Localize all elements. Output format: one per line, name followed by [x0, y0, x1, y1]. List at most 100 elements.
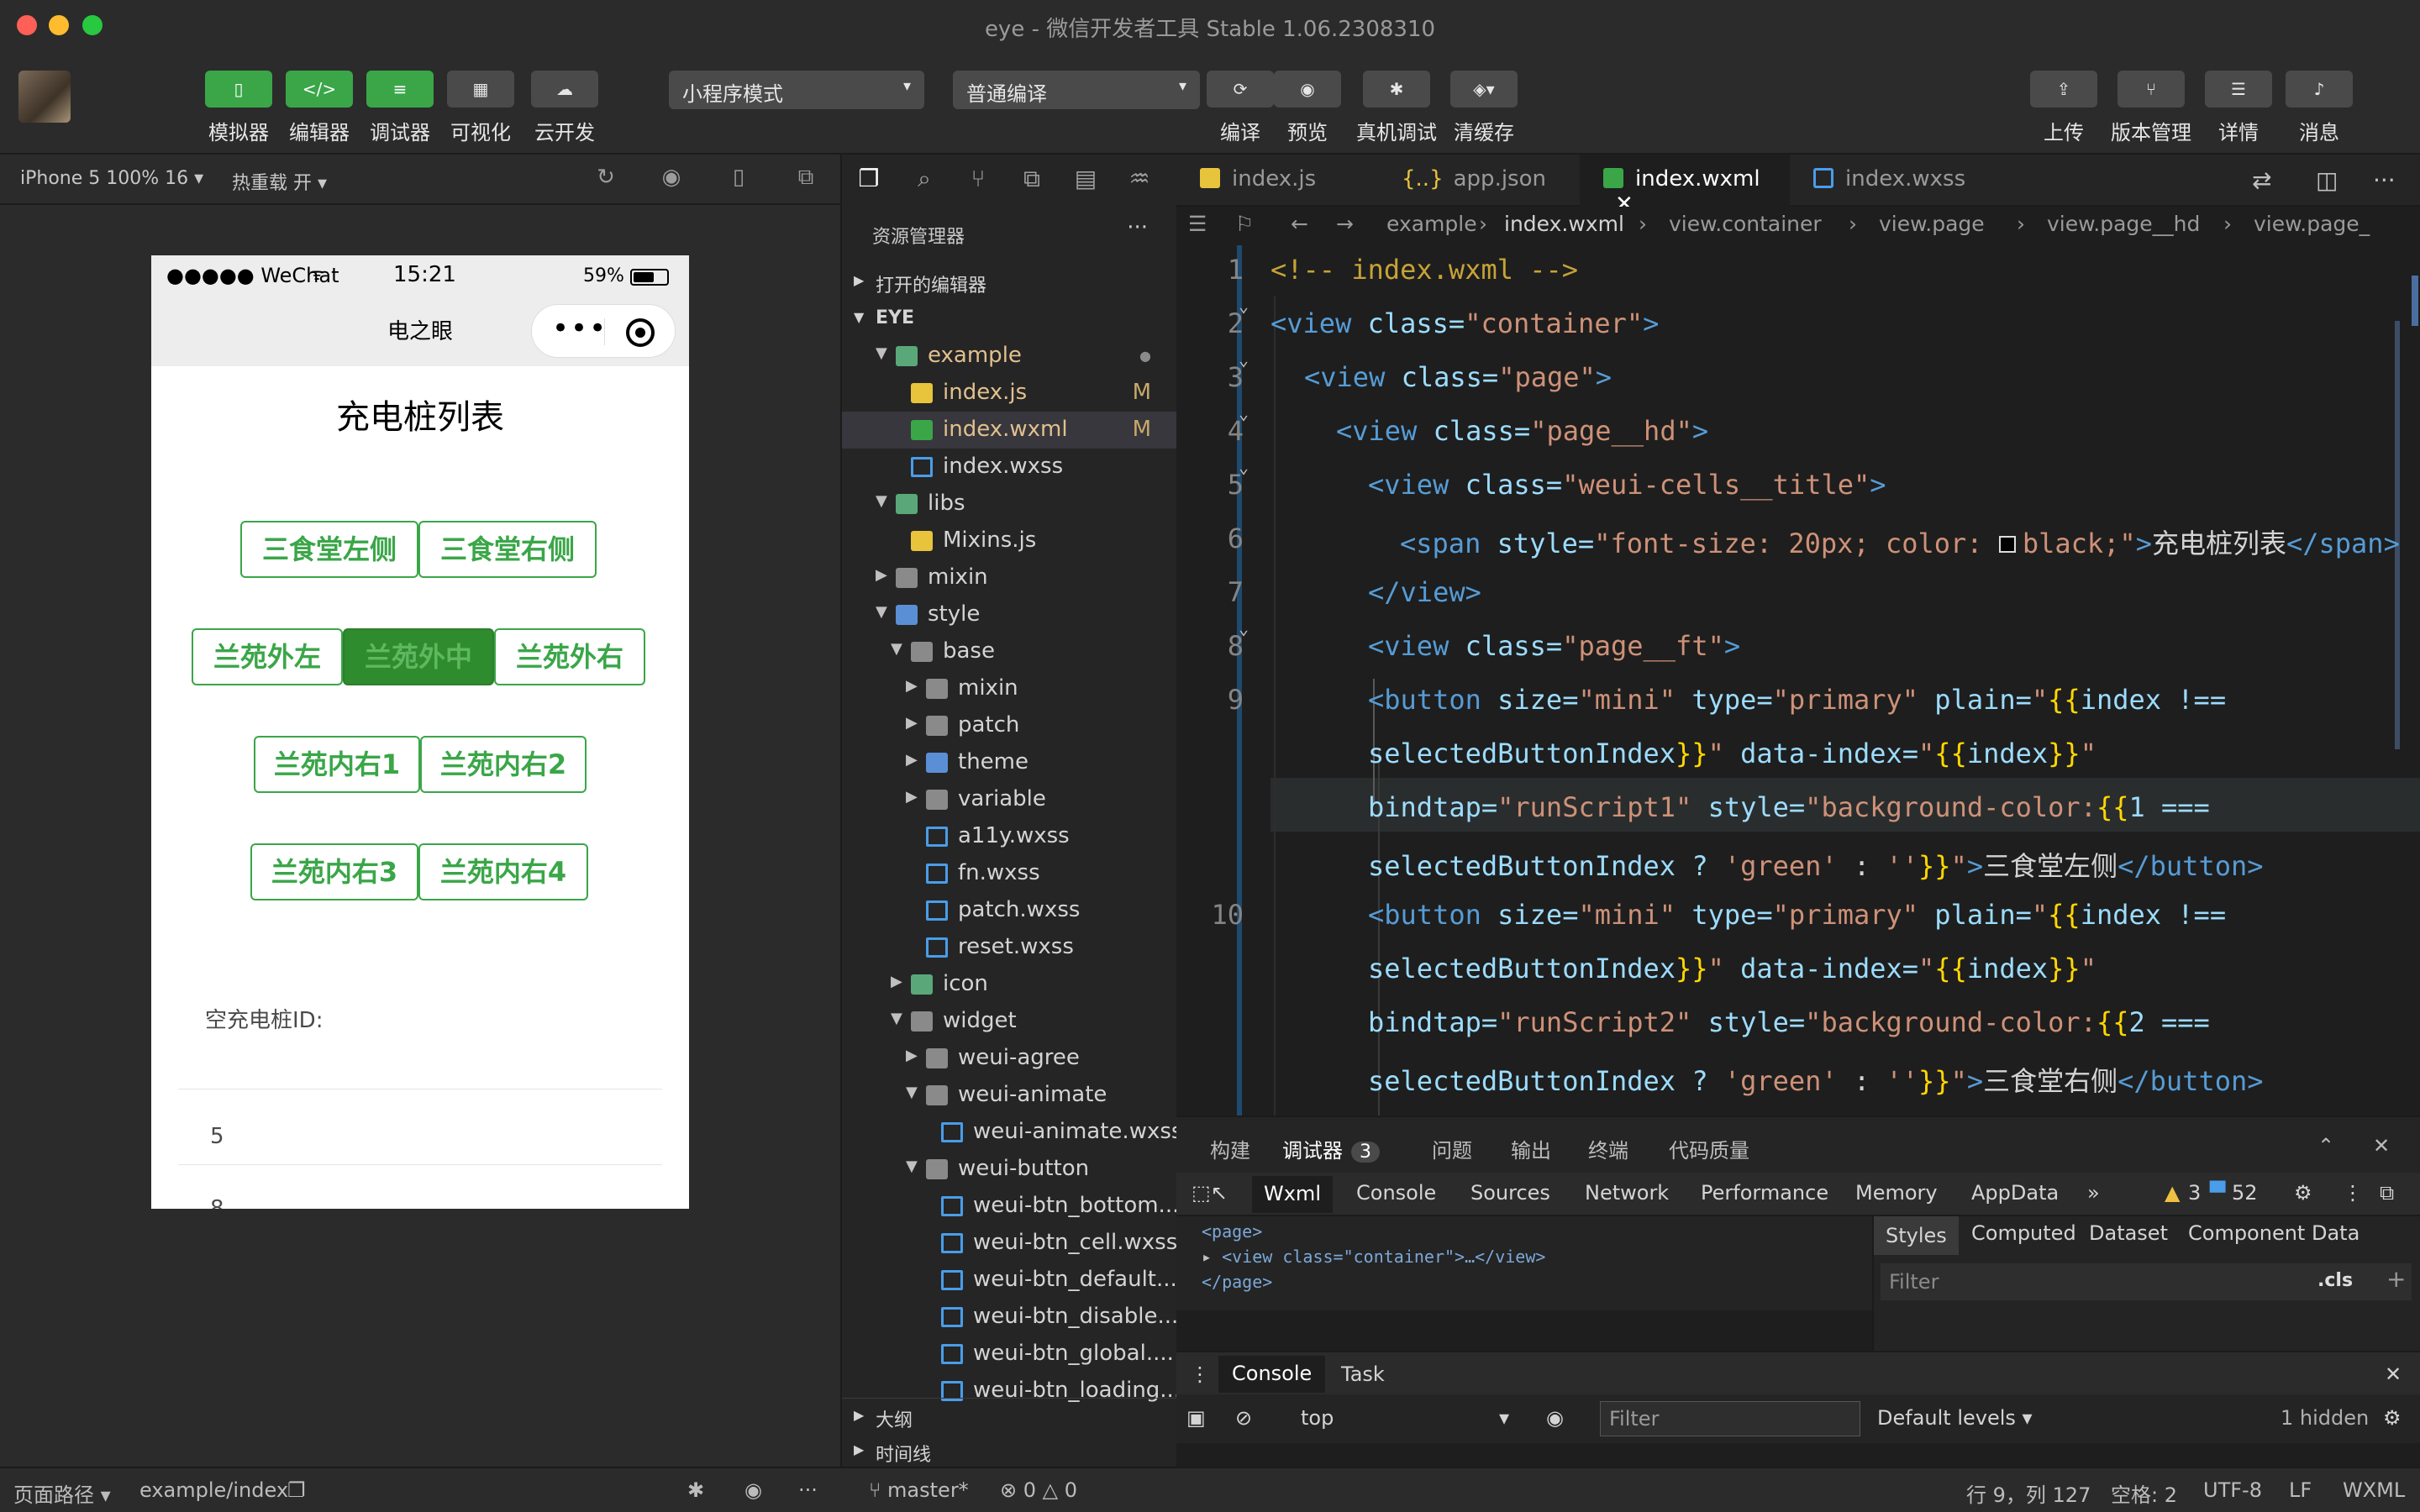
line-ending[interactable]: LF	[2289, 1478, 2312, 1502]
more-actions-icon[interactable]: ···	[1127, 215, 1148, 240]
charger-button[interactable]: 三食堂右侧	[418, 521, 597, 578]
charger-button[interactable]: 兰苑外左	[192, 628, 343, 685]
tree-file[interactable]: index.wxml M	[842, 412, 1176, 449]
files-icon[interactable]: ❐	[854, 165, 884, 192]
split-editor-icon[interactable]: ◫	[2316, 166, 2338, 194]
tab-index-wxss[interactable]: index.wxss	[1790, 155, 2000, 207]
tab-build[interactable]: 构建	[1210, 1134, 1250, 1163]
clear-console-icon[interactable]: ⊘	[1235, 1406, 1252, 1430]
inspect-icon[interactable]: ⬚↖	[1192, 1181, 1228, 1205]
git-branch[interactable]: ⑂ master*	[869, 1478, 969, 1502]
debugger-toggle-button[interactable]: ≡ 调试器	[360, 71, 440, 145]
close-drawer-icon[interactable]: ✕	[2385, 1362, 2402, 1386]
dom-node[interactable]: </page>	[1202, 1272, 1272, 1292]
preview-button[interactable]: ◉ 预览	[1267, 71, 1348, 145]
tab-output[interactable]: 输出	[1511, 1134, 1551, 1163]
source-control-icon[interactable]: ⑂	[963, 165, 993, 192]
tree-folder[interactable]: ▼ libs	[842, 486, 1176, 522]
details-button[interactable]: ☰ 详情	[2198, 71, 2279, 145]
kebab-menu-icon[interactable]: ⋮	[2343, 1181, 2363, 1205]
chevron-up-icon[interactable]: ⌃	[2317, 1134, 2334, 1158]
tab-app-json[interactable]: {..} app.json	[1378, 155, 1580, 207]
tree-folder[interactable]: ▼ style	[842, 596, 1176, 633]
clear-cache-button[interactable]: ◈▾ 清缓存	[1444, 71, 1524, 145]
tab-terminal[interactable]: 终端	[1588, 1134, 1628, 1163]
cls-toggle[interactable]: .cls	[2317, 1270, 2353, 1291]
editor-toggle-button[interactable]: </> 编辑器	[279, 71, 360, 145]
rotate-icon[interactable]: ↻	[593, 165, 618, 190]
user-avatar[interactable]	[18, 71, 71, 123]
tab-wxml[interactable]: Wxml	[1252, 1176, 1333, 1213]
tab-network[interactable]: Network	[1585, 1181, 1669, 1205]
tree-file[interactable]: index.js M	[842, 375, 1176, 412]
tree-file[interactable]: weui-btn_global....	[842, 1336, 1176, 1373]
tab-component-data[interactable]: Component Data	[2188, 1221, 2360, 1245]
simulator-toggle-button[interactable]: ▯ 模拟器	[198, 71, 279, 145]
dom-node[interactable]: ▸ <view class="container">…</view>	[1202, 1247, 1545, 1267]
charger-button[interactable]: 兰苑内右1	[254, 736, 420, 793]
fold-icon[interactable]: ⌄	[1239, 618, 1249, 638]
tree-file[interactable]: fn.wxss	[842, 855, 1176, 892]
tree-file[interactable]: weui-btn_disable...	[842, 1299, 1176, 1336]
tree-folder[interactable]: ▶ icon	[842, 966, 1176, 1003]
fold-icon[interactable]: ⌄	[1239, 296, 1249, 316]
color-swatch[interactable]	[1998, 536, 2016, 553]
tab-dataset[interactable]: Dataset	[2089, 1221, 2168, 1245]
outline-section[interactable]: ▶ 大纲	[842, 1398, 1176, 1435]
remote-debug-button[interactable]: ✱ 真机调试	[1349, 71, 1444, 145]
stop-icon[interactable]: ◉	[659, 165, 684, 190]
charger-button[interactable]: 兰苑内右4	[418, 843, 588, 900]
timeline-section[interactable]: ▶ 时间线	[842, 1433, 1176, 1467]
mode-select[interactable]: 小程序模式 ▾	[669, 71, 924, 109]
tree-folder[interactable]: ▶ variable	[842, 781, 1176, 818]
indentation[interactable]: 空格: 2	[2111, 1478, 2177, 1508]
eye-icon[interactable]: ◉	[744, 1478, 762, 1502]
back-icon[interactable]: ←	[1291, 212, 1308, 236]
tab-sources[interactable]: Sources	[1470, 1181, 1550, 1205]
compare-icon[interactable]: ⇄	[2252, 166, 2271, 194]
tree-folder[interactable]: ▼ weui-button	[842, 1151, 1176, 1188]
docker-icon[interactable]: ♒	[1124, 165, 1155, 192]
tree-folder[interactable]: ▼ example ●	[842, 338, 1176, 375]
copy-icon[interactable]: ❐	[287, 1478, 306, 1502]
messages-button[interactable]: ♪ 消息	[2279, 71, 2360, 145]
info-icon[interactable]: ▀	[2210, 1181, 2225, 1205]
extensions-icon[interactable]: ⧉	[1017, 165, 1047, 193]
bookmark-icon[interactable]: ⚐	[1235, 212, 1254, 236]
fold-icon[interactable]: ⌄	[1239, 403, 1249, 423]
add-rule-icon[interactable]: +	[2386, 1265, 2406, 1293]
hot-reload-select[interactable]: 热重载 开 ▾	[232, 168, 327, 195]
breadcrumb-item[interactable]: example	[1386, 212, 1477, 236]
tab-problems[interactable]: 问题	[1432, 1134, 1472, 1163]
more-actions-icon[interactable]: ···	[2373, 166, 2396, 194]
tree-folder[interactable]: ▶ mixin	[842, 559, 1176, 596]
tab-debugger[interactable]: 调试器 3	[1282, 1134, 1380, 1163]
fold-icon[interactable]: ⌄	[1239, 349, 1249, 370]
charger-button[interactable]: 兰苑外右	[494, 628, 645, 685]
language-mode[interactable]: WXML	[2343, 1478, 2405, 1502]
tree-folder[interactable]: ▶ mixin	[842, 670, 1176, 707]
mini-program-capsule[interactable]: •••	[531, 304, 676, 358]
open-editors-section[interactable]: ▶ 打开的编辑器	[842, 264, 1176, 301]
tab-computed[interactable]: Computed	[1971, 1221, 2076, 1245]
detach-window-icon[interactable]: ⧉	[793, 165, 818, 190]
charger-button[interactable]: 兰苑内右3	[250, 843, 418, 900]
tab-console[interactable]: Console	[1356, 1181, 1436, 1205]
dock-icon[interactable]: ⧉	[2380, 1181, 2394, 1205]
context-select[interactable]: top	[1301, 1406, 1334, 1430]
tree-file[interactable]: patch.wxss	[842, 892, 1176, 929]
code-editor[interactable]: 1 2 3 4 5 6 7 8 9 10 ⌄ ⌄ ⌄ ⌄ ⌄ <!-- inde…	[1176, 245, 2420, 1116]
settings-icon[interactable]: ⚙	[2294, 1181, 2312, 1205]
cloud-dev-button[interactable]: ☁ 云开发	[524, 71, 605, 145]
console-output[interactable]	[1176, 1443, 2420, 1467]
tree-folder[interactable]: ▼ base	[842, 633, 1176, 670]
more-icon[interactable]: •••	[552, 312, 608, 345]
kebab-menu-icon[interactable]: ⋮	[1190, 1362, 1210, 1386]
breadcrumb-item[interactable]: index.wxml	[1504, 212, 1624, 236]
tree-file[interactable]: weui-btn_bottom....	[842, 1188, 1176, 1225]
tree-file[interactable]: weui-btn_default....	[842, 1262, 1176, 1299]
list-icon[interactable]: ☰	[1188, 212, 1207, 236]
charger-button[interactable]: 三食堂左侧	[240, 521, 418, 578]
tab-code-quality[interactable]: 代码质量	[1669, 1134, 1749, 1163]
compile-mode-select[interactable]: 普通编译 ▾	[953, 71, 1200, 109]
